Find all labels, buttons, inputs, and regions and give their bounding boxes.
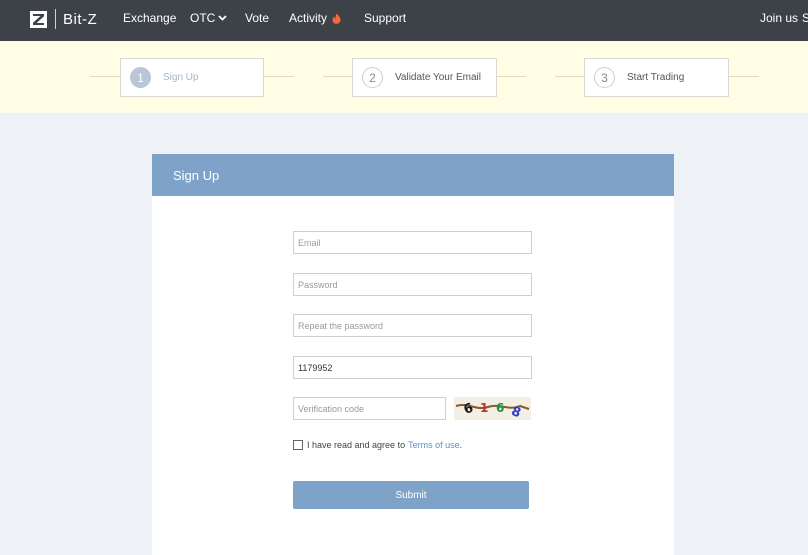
signup-title: Sign Up: [173, 167, 220, 183]
agree-end: .: [459, 440, 463, 450]
submit-button[interactable]: Submit: [293, 481, 529, 509]
step-validate-email: 2 Validate Your Email: [352, 58, 497, 97]
terms-agreement: I have read and agree to Terms of use .: [293, 440, 462, 450]
bitz-logo-icon: [30, 10, 47, 28]
nav-support[interactable]: Support: [364, 11, 406, 25]
step-connector: [264, 76, 294, 77]
top-navbar: Bit-Z Exchange OTC Vote Activity Support…: [0, 0, 808, 41]
terms-of-use-link[interactable]: Terms of use: [408, 440, 460, 450]
signup-steps: 1 Sign Up 2 Validate Your Email 3 Start …: [0, 41, 808, 113]
nav-otc-label: OTC: [190, 11, 216, 25]
chevron-down-icon: [218, 15, 227, 21]
nav-otc[interactable]: OTC: [190, 11, 227, 25]
nav-join-us[interactable]: Join us: [760, 11, 798, 25]
signup-card-header: Sign Up: [152, 154, 674, 196]
repeat-password-input[interactable]: [293, 314, 532, 337]
nav-exchange[interactable]: Exchange: [123, 11, 176, 25]
verification-code-input[interactable]: [293, 397, 446, 420]
step-connector: [323, 76, 353, 77]
nav-vote[interactable]: Vote: [245, 11, 269, 25]
terms-checkbox[interactable]: [293, 440, 303, 450]
step-label: Start Trading: [627, 72, 685, 83]
step-connector: [90, 76, 120, 77]
step-sign-up: 1 Sign Up: [120, 58, 264, 97]
svg-text:1: 1: [480, 401, 488, 415]
signup-card: Sign Up 6 1 6 8 I have read and agree to…: [152, 154, 674, 555]
step-number: 1: [130, 67, 151, 88]
password-input[interactable]: [293, 273, 532, 296]
step-number: 2: [362, 67, 383, 88]
step-start-trading: 3 Start Trading: [584, 58, 729, 97]
brand-logo[interactable]: Bit-Z: [30, 9, 97, 29]
svg-text:6: 6: [462, 401, 475, 418]
flame-icon: [332, 13, 341, 24]
brand-name: Bit-Z: [63, 10, 98, 28]
svg-text:8: 8: [509, 404, 523, 420]
logo-divider: [55, 9, 56, 29]
agree-text: I have read and agree to: [307, 440, 406, 450]
step-number: 3: [594, 67, 615, 88]
nav-activity-label: Activity: [289, 11, 328, 25]
step-label: Sign Up: [163, 72, 199, 83]
step-connector: [729, 76, 759, 77]
referral-code-input[interactable]: [293, 356, 532, 379]
step-label: Validate Your Email: [395, 72, 481, 83]
svg-text:6: 6: [496, 401, 504, 415]
nav-sign-in-truncated[interactable]: S: [802, 11, 808, 25]
email-input[interactable]: [293, 231, 532, 254]
captcha-image[interactable]: 6 1 6 8: [454, 397, 531, 421]
step-connector: [555, 76, 585, 77]
nav-activity[interactable]: Activity: [289, 11, 341, 25]
step-connector: [496, 76, 526, 77]
